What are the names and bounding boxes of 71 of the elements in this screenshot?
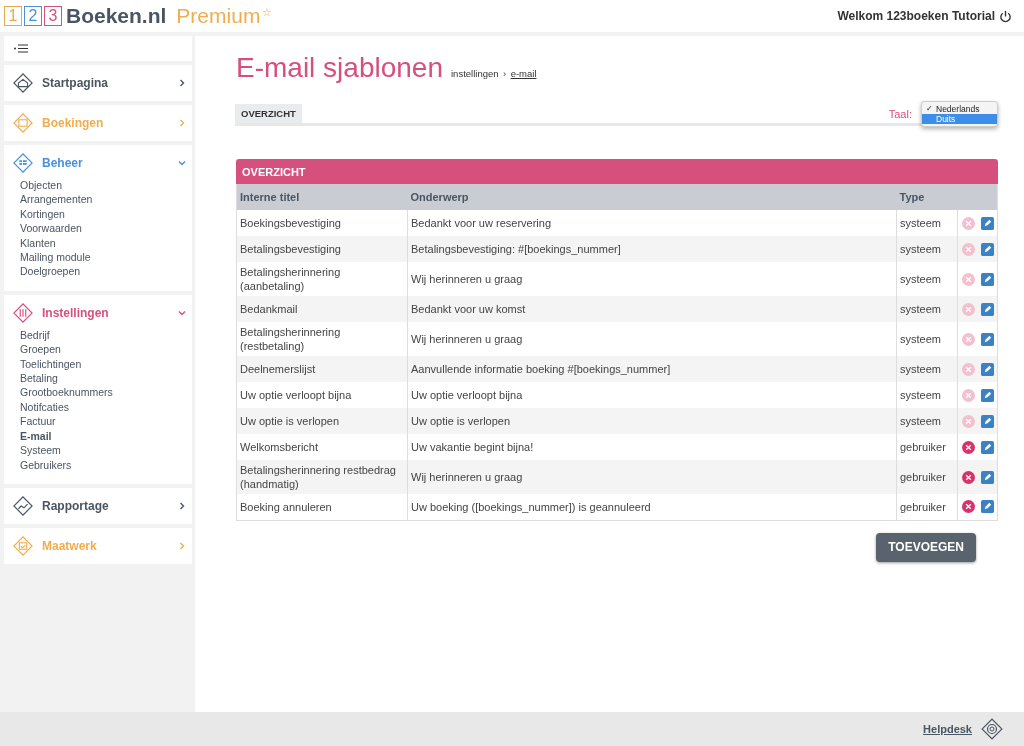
delete-icon[interactable] xyxy=(961,440,975,454)
logo-digit: 3 xyxy=(44,6,62,26)
section-icon xyxy=(12,112,34,134)
breadcrumb-item: instellingen xyxy=(451,68,499,79)
delete-icon[interactable] xyxy=(961,470,975,484)
edit-icon[interactable] xyxy=(980,272,994,286)
section-icon xyxy=(12,301,34,324)
sidebar-item[interactable]: Mailing module xyxy=(12,250,186,265)
chevron-down-icon xyxy=(178,308,186,317)
sidebar-item[interactable]: Grootboeknummers xyxy=(12,385,186,400)
chevron-right-icon xyxy=(178,501,186,510)
sidebar-item[interactable]: Systeem xyxy=(12,443,186,458)
sidebar-item[interactable]: Groepen xyxy=(12,342,186,357)
language-label: Taal: xyxy=(888,108,912,120)
lifebuoy-icon[interactable] xyxy=(980,717,1004,741)
sidebar-item[interactable]: Factuur xyxy=(12,414,186,429)
welcome-text: Welkom 123boeken Tutorial xyxy=(837,9,995,23)
tab[interactable]: OVERZICHT xyxy=(235,104,302,123)
section-icon xyxy=(12,534,34,557)
logo-digit: 1 xyxy=(4,6,22,26)
edit-icon[interactable] xyxy=(980,440,994,454)
column-header: Interne titel xyxy=(236,184,408,210)
edit-icon[interactable] xyxy=(980,332,994,346)
section-icon xyxy=(12,72,34,94)
edit-icon[interactable] xyxy=(980,470,994,484)
delete-icon[interactable] xyxy=(961,500,975,514)
breadcrumb-link[interactable]: e-mail xyxy=(510,68,537,79)
table-cell: Boeking annuleren xyxy=(236,494,408,520)
sidebar-item[interactable]: E-mail xyxy=(12,428,186,444)
chevron-down-icon xyxy=(178,159,186,167)
table-cell: gebruiker xyxy=(896,494,958,520)
chevron-right-icon xyxy=(178,119,186,127)
edit-icon[interactable] xyxy=(980,362,994,376)
menu-collapse-icon[interactable] xyxy=(14,44,28,53)
sidebar-item[interactable]: Notifcaties xyxy=(12,399,186,415)
edit-icon[interactable] xyxy=(980,216,994,230)
premium-label: Premium xyxy=(176,4,261,28)
column-header: Type xyxy=(896,184,958,210)
column-header: Onderwerp xyxy=(407,184,897,210)
chevron-right-icon xyxy=(178,541,186,550)
star-symbol: ☆ xyxy=(262,6,273,19)
sidebar-item[interactable]: Arrangementen xyxy=(12,192,186,207)
sidebar-item[interactable]: Bedrijf xyxy=(12,327,186,343)
page-title: E-mail sjablonen xyxy=(236,52,443,84)
chevron-right-icon xyxy=(178,79,186,87)
sidebar-item[interactable]: Objecten xyxy=(12,178,186,193)
edit-icon[interactable] xyxy=(980,500,994,514)
edit-icon[interactable] xyxy=(980,302,994,316)
sidebar-section[interactable]: Instellingen xyxy=(42,305,170,320)
panel-title: OVERZICHT xyxy=(236,159,998,184)
edit-icon[interactable] xyxy=(980,414,994,428)
sidebar-item[interactable]: Gebruikers xyxy=(12,457,186,472)
sidebar-item[interactable]: Betaling xyxy=(12,371,186,386)
breadcrumb-item: › xyxy=(503,68,507,79)
edit-icon[interactable] xyxy=(980,242,994,256)
sidebar-item[interactable]: Doelgroepen xyxy=(12,264,186,279)
language-option[interactable]: ✓ Nederlands xyxy=(922,104,997,114)
sidebar-item[interactable]: Toelichtingen xyxy=(12,356,186,372)
edit-icon[interactable] xyxy=(980,388,994,402)
logo-digit: 2 xyxy=(24,6,42,26)
logo-name: Boeken.nl xyxy=(66,4,167,28)
section-icon xyxy=(12,494,34,517)
sidebar-item[interactable]: Klanten xyxy=(12,235,186,251)
table-cell: Uw boeking ([boekings_nummer]) is geannuleerd xyxy=(407,494,897,520)
add-button[interactable]: TOEVOEGEN xyxy=(876,532,976,562)
helpdesk-link[interactable]: Helpdesk xyxy=(923,723,972,735)
sidebar-item[interactable]: Kortingen xyxy=(12,206,186,222)
check-icon: ✓ xyxy=(926,104,933,114)
power-icon[interactable] xyxy=(999,9,1012,23)
section-icon xyxy=(12,152,34,174)
sidebar-item[interactable]: Voorwaarden xyxy=(12,221,186,236)
